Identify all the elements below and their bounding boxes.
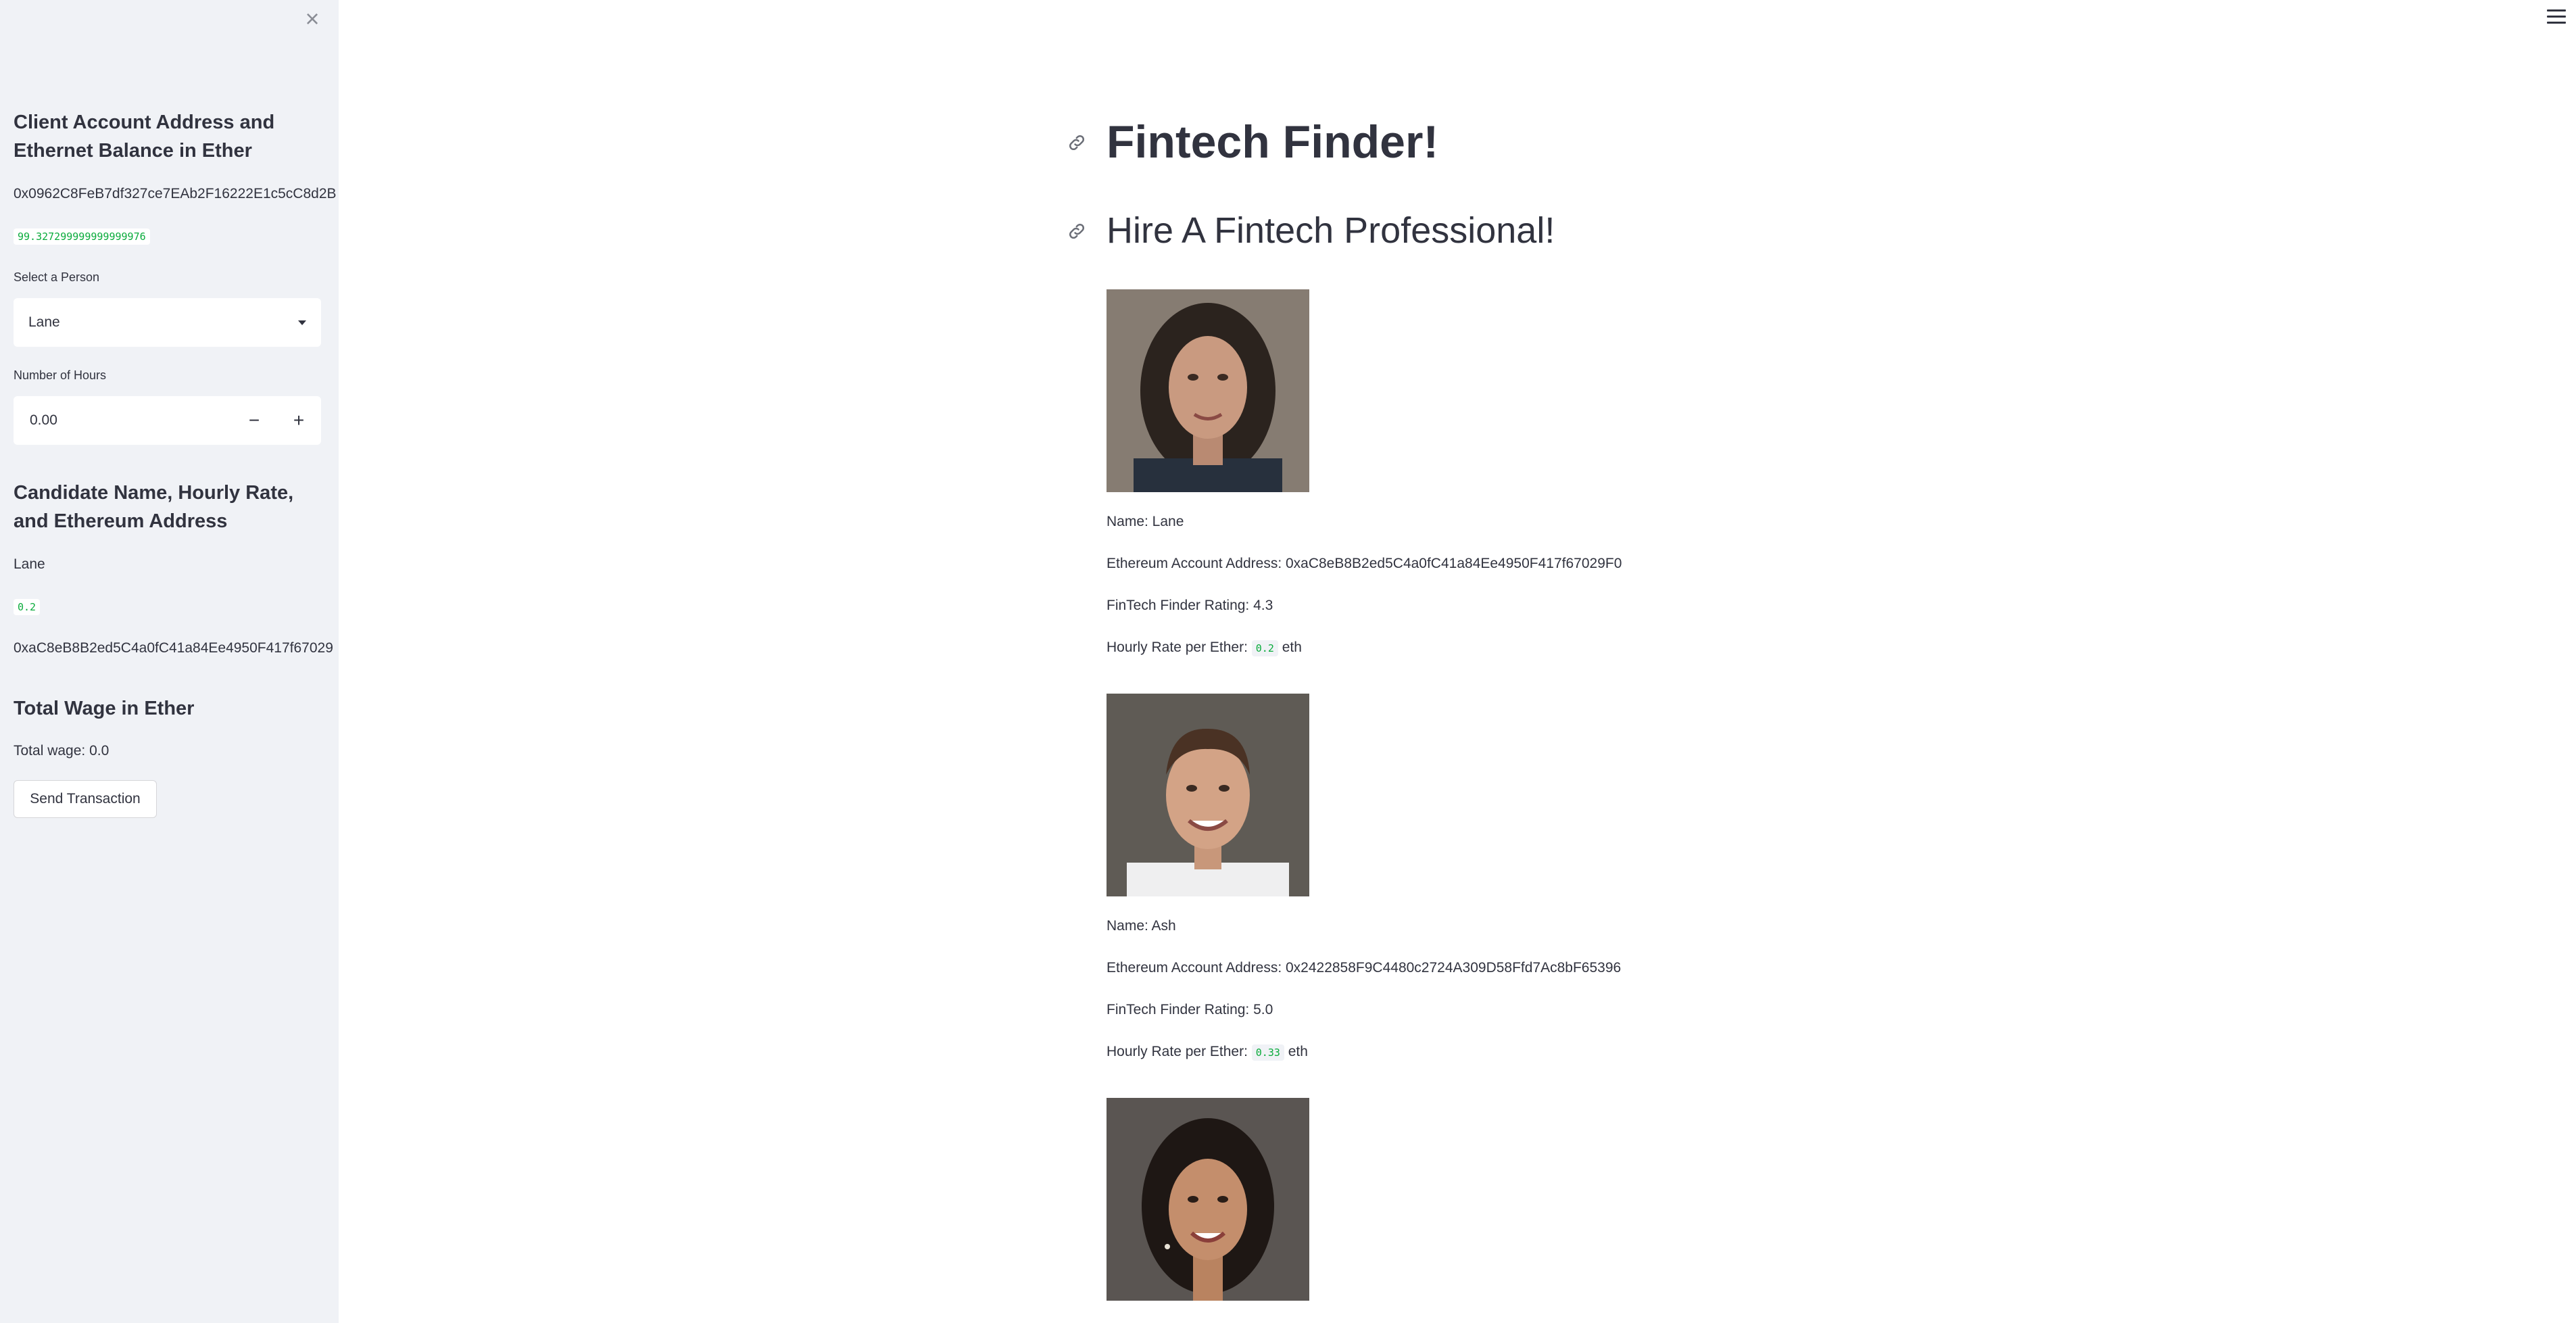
client-balance: 99.327299999999999976 xyxy=(14,228,150,245)
hamburger-menu-icon[interactable] xyxy=(2547,9,2566,28)
chevron-down-icon xyxy=(298,320,306,325)
sidebar: × Client Account Address and Ethernet Ba… xyxy=(0,0,339,1323)
increment-button[interactable]: + xyxy=(276,396,321,445)
decrement-button[interactable]: − xyxy=(232,396,276,445)
candidate-address-lane: Ethereum Account Address: 0xaC8eB8B2ed5C… xyxy=(1107,556,1622,571)
candidate-rating-ash: FinTech Finder Rating: 5.0 xyxy=(1107,1002,1273,1017)
candidate-address: 0xaC8eB8B2ed5C4a0fC41a84Ee4950F417f67029 xyxy=(14,640,333,656)
candidate-photo-lane xyxy=(1107,289,1309,492)
candidate-photo-ash xyxy=(1107,694,1309,896)
candidate-rating-lane: FinTech Finder Rating: 4.3 xyxy=(1107,598,1273,613)
select-person-dropdown[interactable]: Lane xyxy=(14,298,321,347)
client-address: 0x0962C8FeB7df327ce7EAb2F16222E1c5cC8d2B xyxy=(14,186,337,201)
candidate-rate-wrap: 0.2 xyxy=(14,599,41,615)
rate-prefix: Hourly Rate per Ether: xyxy=(1107,640,1248,655)
rate-prefix: Hourly Rate per Ether: xyxy=(1107,1044,1248,1059)
candidate-photo-3 xyxy=(1107,1098,1309,1301)
candidate-address-ash: Ethereum Account Address: 0x2422858F9C44… xyxy=(1107,960,1622,976)
client-balance-wrap: 99.327299999999999976 xyxy=(14,228,150,245)
candidate-rate: 0.2 xyxy=(14,599,41,615)
close-icon[interactable]: × xyxy=(301,5,323,32)
candidate-name-lane: Name: Lane xyxy=(1107,514,1184,529)
page-subtitle: Hire A Fintech Professional! xyxy=(1107,210,1555,251)
link-icon[interactable] xyxy=(1067,133,1087,153)
rate-suffix: eth xyxy=(1282,640,1302,655)
client-account-heading: Client Account Address and Ethernet Bala… xyxy=(14,112,275,162)
rate-value: 0.33 xyxy=(1251,1044,1284,1061)
rate-suffix: eth xyxy=(1288,1044,1308,1059)
select-person-value: Lane xyxy=(28,314,60,330)
candidate-heading: Candidate Name, Hourly Rate, and Ethereu… xyxy=(14,482,294,532)
page-title: Fintech Finder! xyxy=(1107,116,1439,168)
hours-input[interactable]: 0.00 xyxy=(14,412,232,429)
hours-stepper: 0.00 − + xyxy=(14,396,321,445)
total-wage-heading: Total Wage in Ether xyxy=(14,698,195,719)
select-person-label: Select a Person xyxy=(14,270,100,284)
send-transaction-button[interactable]: Send Transaction xyxy=(14,780,157,818)
rate-value: 0.2 xyxy=(1251,640,1278,656)
candidate-name-ash: Name: Ash xyxy=(1107,918,1176,934)
candidate-rate-lane: Hourly Rate per Ether: 0.2 eth xyxy=(1107,638,1302,658)
hours-label: Number of Hours xyxy=(14,368,107,382)
link-icon[interactable] xyxy=(1067,221,1087,241)
candidate-name: Lane xyxy=(14,556,45,572)
total-wage-text: Total wage: 0.0 xyxy=(14,743,110,759)
candidate-rate-ash: Hourly Rate per Ether: 0.33 eth xyxy=(1107,1042,1308,1062)
